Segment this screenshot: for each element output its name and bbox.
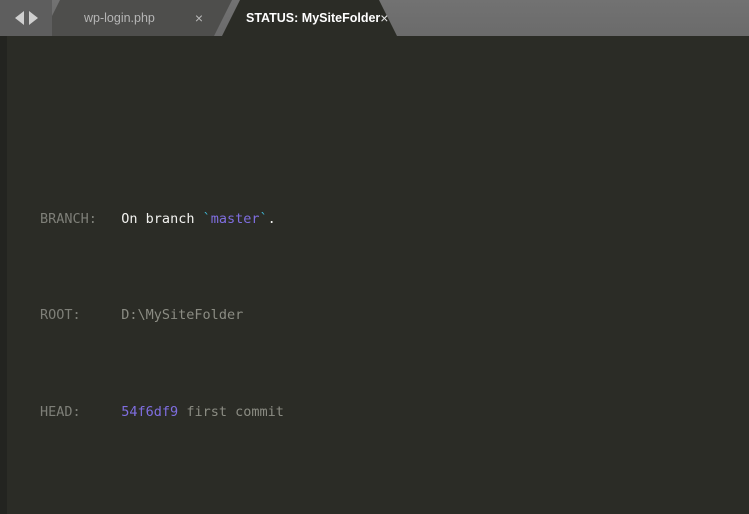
tab-status-mysitefolder[interactable]: STATUS: MySiteFolder × <box>222 0 397 36</box>
triangle-left-icon[interactable] <box>14 11 24 25</box>
branch-line: BRANCH: On branch `master`. <box>40 210 276 229</box>
left-gutter-strip <box>0 36 7 514</box>
tab-close-icon[interactable]: × <box>380 10 388 26</box>
branch-tick-open: ` <box>202 210 211 227</box>
root-line: ROOT: D:\MySiteFolder <box>40 306 243 325</box>
root-gap <box>81 307 122 323</box>
tab-wp-login-php[interactable]: wp-login.php × <box>42 0 232 36</box>
spacer-row <box>7 113 749 132</box>
triangle-right-icon[interactable] <box>28 11 38 25</box>
tab-label: wp-login.php <box>84 11 155 25</box>
branch-label: BRANCH: <box>40 210 97 227</box>
root-label: ROOT: <box>40 307 81 324</box>
head-row: HEAD: 54f6df9 first commit <box>7 403 749 422</box>
root-row: ROOT: D:\MySiteFolder <box>7 306 749 325</box>
head-hash: 54f6df9 <box>121 403 179 420</box>
tab-close-icon[interactable]: × <box>186 10 212 26</box>
branch-prefix: On branch <box>121 210 203 227</box>
head-line: HEAD: 54f6df9 first commit <box>40 403 284 422</box>
tab-label: STATUS: MySiteFolder <box>246 11 381 25</box>
terminal-body: BRANCH: On branch `master`. ROOT: D:\MyS… <box>0 36 749 514</box>
root-value: D:\MySiteFolder <box>121 307 244 324</box>
head-message: first commit <box>186 403 284 420</box>
branch-suffix: . <box>267 210 276 227</box>
head-gap <box>81 404 122 420</box>
spacer-row <box>7 480 749 499</box>
branch-tick-close: ` <box>259 210 268 227</box>
branch-row: BRANCH: On branch `master`. <box>7 210 749 229</box>
terminal-content: BRANCH: On branch `master`. ROOT: D:\MyS… <box>7 36 749 514</box>
tab-bar: wp-login.php × STATUS: MySiteFolder × <box>0 0 749 36</box>
branch-name: master <box>210 210 260 227</box>
tab-nav-arrows[interactable] <box>0 0 52 36</box>
head-label: HEAD: <box>40 403 81 420</box>
branch-gap <box>97 211 121 227</box>
